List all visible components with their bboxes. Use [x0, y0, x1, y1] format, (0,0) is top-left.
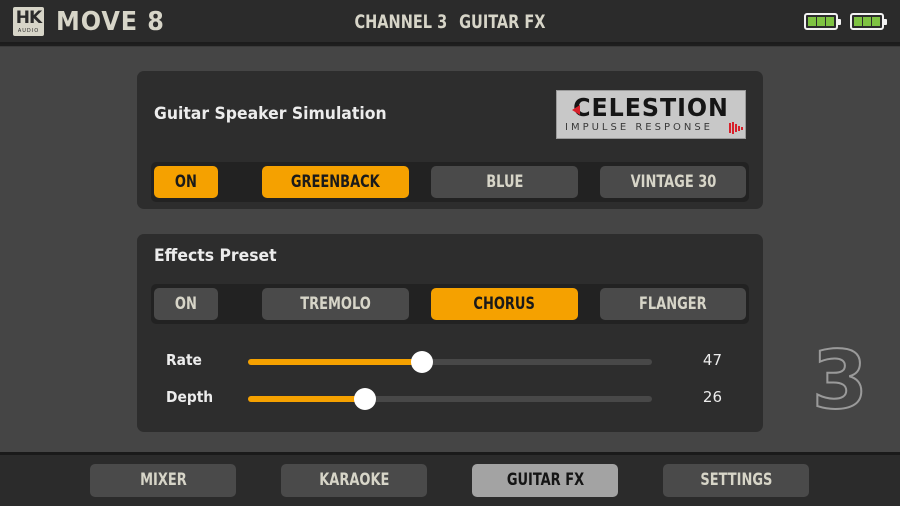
effect-option-chorus[interactable]: CHORUS	[431, 288, 578, 320]
speaker-option-vintage-30[interactable]: VINTAGE 30	[600, 166, 746, 198]
celestion-brand: CELESTION	[573, 93, 729, 122]
rate-value: 47	[702, 351, 722, 369]
effects-options-row: ON TREMOLO CHORUS FLANGER	[151, 284, 749, 324]
celestion-logo: CELESTION IMPULSE RESPONSE	[556, 90, 746, 139]
speaker-option-greenback[interactable]: GREENBACK	[262, 166, 409, 198]
hk-logo-main: HK	[15, 8, 42, 28]
depth-slider-thumb[interactable]	[354, 388, 377, 410]
battery-cell	[872, 17, 880, 26]
celestion-arrow-icon	[572, 105, 580, 115]
effect-option-flanger[interactable]: FLANGER	[600, 288, 746, 320]
speaker-simulation-panel: Guitar Speaker Simulation CELESTION IMPU…	[137, 71, 763, 209]
depth-slider-fill	[248, 396, 366, 402]
depth-slider-row: Depth 26	[137, 386, 763, 410]
speaker-options-row: ON GREENBACK BLUE VINTAGE 30	[151, 162, 749, 202]
speaker-on-button[interactable]: ON	[154, 166, 218, 198]
header-bar: HK AUDIO MOVE 8 CHANNEL 3 GUITAR FX	[0, 0, 900, 44]
battery-cell	[817, 17, 825, 26]
rate-slider[interactable]	[248, 351, 652, 373]
battery-icon	[804, 13, 841, 30]
channel-number-indicator: 3	[811, 334, 869, 427]
nav-guitar-fx[interactable]: GUITAR FX	[472, 464, 618, 497]
rate-slider-thumb[interactable]	[410, 351, 433, 373]
section-label: GUITAR FX	[459, 11, 546, 33]
battery-cell	[826, 17, 834, 26]
battery-cell	[863, 17, 871, 26]
effects-preset-panel: Effects Preset ON TREMOLO CHORUS FLANGER…	[137, 234, 763, 432]
main-content: Guitar Speaker Simulation CELESTION IMPU…	[0, 46, 900, 452]
waveform-icon	[729, 122, 743, 134]
effects-on-button[interactable]: ON	[154, 288, 218, 320]
battery-icon	[850, 13, 887, 30]
app-title: MOVE 8	[56, 7, 165, 37]
battery-cell	[854, 17, 862, 26]
battery-cell	[808, 17, 816, 26]
nav-mixer[interactable]: MIXER	[90, 464, 236, 497]
depth-value: 26	[702, 388, 722, 406]
effect-option-tremolo[interactable]: TREMOLO	[262, 288, 409, 320]
rate-label: Rate	[166, 351, 202, 369]
effects-preset-title: Effects Preset	[154, 246, 277, 266]
speaker-option-blue[interactable]: BLUE	[431, 166, 578, 198]
rate-slider-row: Rate 47	[137, 349, 763, 373]
nav-settings[interactable]: SETTINGS	[663, 464, 809, 497]
celestion-subtitle: IMPULSE RESPONSE	[565, 122, 714, 133]
depth-slider[interactable]	[248, 388, 652, 410]
depth-label: Depth	[166, 388, 214, 406]
speaker-simulation-title: Guitar Speaker Simulation	[154, 104, 387, 124]
bottom-nav: MIXER KARAOKE GUITAR FX SETTINGS	[0, 452, 900, 506]
nav-karaoke[interactable]: KARAOKE	[281, 464, 427, 497]
rate-slider-fill	[248, 359, 422, 365]
channel-label: CHANNEL 3	[354, 11, 448, 33]
header-context: CHANNEL 3 GUITAR FX	[323, 9, 578, 35]
hk-audio-logo: HK AUDIO	[13, 7, 44, 36]
hk-logo-sub: AUDIO	[17, 28, 40, 34]
